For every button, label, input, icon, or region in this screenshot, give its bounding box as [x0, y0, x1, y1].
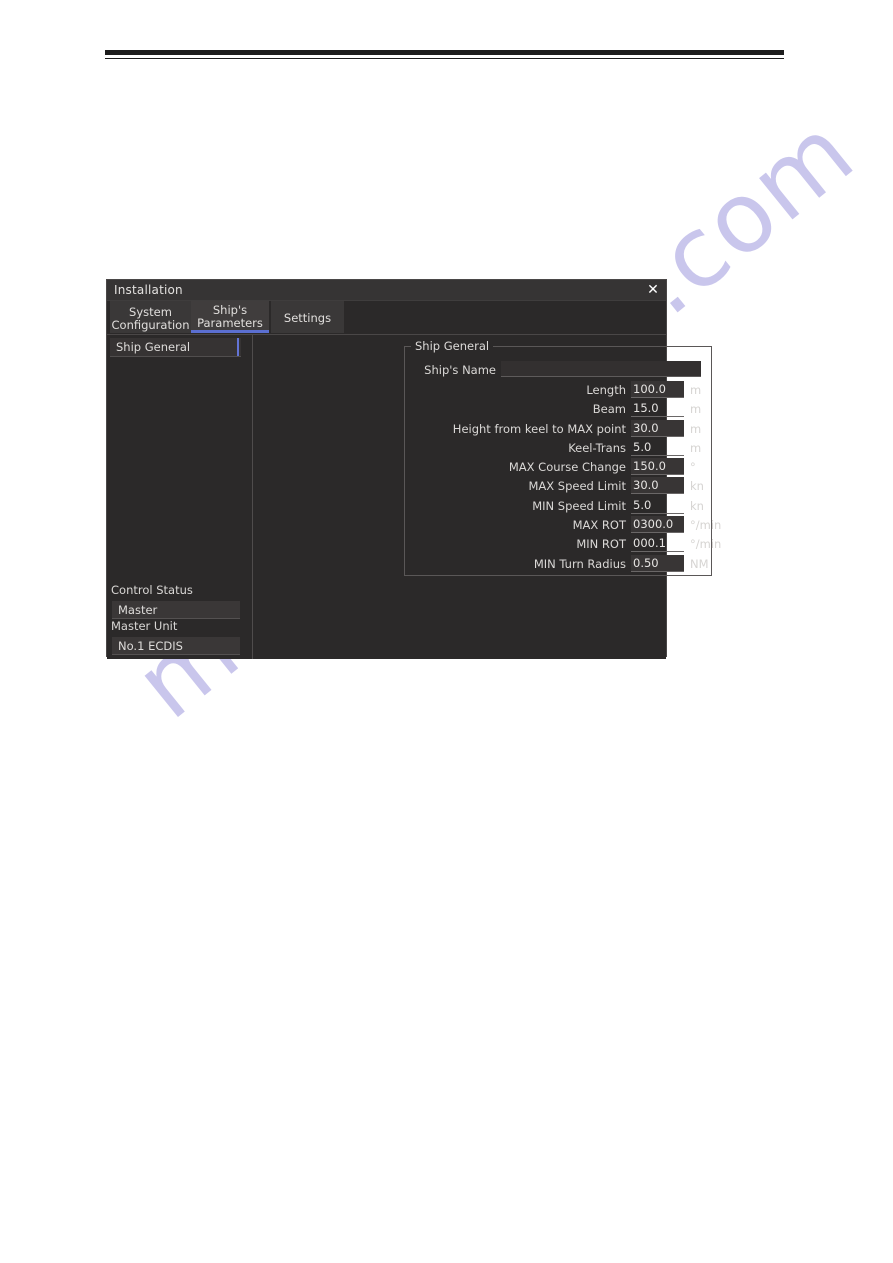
- form-row: MIN Turn Radius 0.50 NM: [404, 554, 712, 574]
- field-input[interactable]: 0300.0: [631, 516, 684, 534]
- sidebar-selection-caret: [237, 338, 239, 356]
- field-unit: °/min: [690, 518, 722, 533]
- control-status-block: Control Status Master Master Unit No.1 E…: [107, 583, 252, 655]
- tab-settings[interactable]: Settings: [271, 301, 344, 333]
- groupbox-title: Ship General: [411, 339, 494, 353]
- sidebar-item-label: Ship General: [116, 340, 191, 354]
- dialog-title: Installation: [114, 283, 183, 297]
- form-row: Height from keel to MAX point 30.0 m: [404, 419, 712, 439]
- dialog-body: Ship General Control Status Master Maste…: [107, 335, 721, 711]
- tab-settings-label: Settings: [283, 311, 332, 325]
- control-status-label: Control Status: [111, 583, 193, 597]
- field-input[interactable]: 30.0: [631, 477, 684, 495]
- form-row: MIN ROT 000.1 °/min: [404, 535, 721, 554]
- sidebar-item-ship-general[interactable]: Ship General: [110, 338, 241, 357]
- field-input[interactable]: 000.1: [631, 535, 684, 553]
- field-unit: m: [690, 440, 702, 455]
- sidebar: Ship General Control Status Master Maste…: [107, 335, 253, 659]
- field-label: MAX Course Change: [508, 460, 626, 475]
- field-unit: °: [690, 460, 696, 475]
- master-unit-label: Master Unit: [111, 619, 178, 633]
- field-unit: NM: [690, 556, 709, 571]
- installation-dialog: Installation ✕ System Configuration Ship…: [106, 279, 721, 659]
- field-input[interactable]: 0.50: [631, 554, 684, 572]
- close-icon[interactable]: ✕: [644, 281, 662, 299]
- field-unit: kn: [690, 479, 704, 494]
- master-unit-value[interactable]: No.1 ECDIS: [112, 637, 240, 655]
- field-label: MIN ROT: [576, 537, 626, 552]
- field-input[interactable]: 150.0: [631, 458, 684, 476]
- field-unit: m: [690, 421, 702, 436]
- ship-general-form: Ship's Name Length 100.0 m Beam 15.0 m Height …: [404, 360, 721, 574]
- field-unit: m: [690, 402, 702, 417]
- ship-name-label: Ship's Name: [424, 363, 496, 377]
- field-input[interactable]: 5.0: [631, 439, 684, 456]
- form-row: Beam 15.0 m: [404, 400, 712, 419]
- control-status-value[interactable]: Master: [112, 601, 240, 619]
- field-unit: kn: [690, 498, 704, 513]
- field-input[interactable]: 100.0: [631, 381, 684, 398]
- dialog-titlebar[interactable]: Installation ✕: [107, 280, 666, 301]
- field-label: Height from keel to MAX point: [452, 421, 626, 436]
- tab-system-configuration-line1: System: [129, 304, 172, 319]
- ship-name-row: Ship's Name: [404, 360, 712, 381]
- field-input[interactable]: 5.0: [631, 497, 684, 514]
- main-panel: Ship General Ship's Name Length 100.0 m Bea…: [253, 335, 721, 659]
- field-unit: m: [690, 383, 702, 397]
- field-label: MIN Turn Radius: [533, 556, 626, 571]
- field-label: Keel-Trans: [568, 440, 626, 455]
- field-label: MAX Speed Limit: [528, 479, 626, 494]
- numeric-field-list: Length 100.0 m Beam 15.0 m Height from keel to…: [404, 381, 721, 574]
- form-row: MAX Speed Limit 30.0 kn: [404, 477, 712, 496]
- tab-strip: System Configuration Ship's Parameters S…: [107, 301, 666, 335]
- field-unit: °/min: [690, 537, 722, 552]
- field-label: Length: [586, 383, 626, 397]
- form-row: MAX ROT 0300.0 °/min: [404, 516, 721, 535]
- page-header-rule: [105, 50, 784, 59]
- field-label: MAX ROT: [572, 518, 626, 533]
- form-row: MIN Speed Limit 5.0 kn: [404, 497, 712, 516]
- field-input[interactable]: 30.0: [631, 419, 684, 437]
- field-input[interactable]: 15.0: [631, 400, 684, 418]
- field-label: MIN Speed Limit: [532, 498, 626, 513]
- form-row: Keel-Trans 5.0 m: [404, 439, 712, 458]
- tab-system-configuration[interactable]: System Configuration: [110, 301, 191, 333]
- form-row: Length 100.0 m: [404, 381, 712, 400]
- tab-ships-parameters[interactable]: Ship's Parameters: [191, 301, 269, 333]
- tab-ships-parameters-line2: Parameters: [197, 316, 263, 330]
- field-label: Beam: [592, 402, 626, 417]
- form-row: MAX Course Change 150.0 °: [404, 458, 712, 477]
- header-rule-thin: [105, 58, 784, 59]
- ship-name-input[interactable]: [501, 361, 701, 377]
- tab-system-configuration-line2: Configuration: [111, 317, 190, 332]
